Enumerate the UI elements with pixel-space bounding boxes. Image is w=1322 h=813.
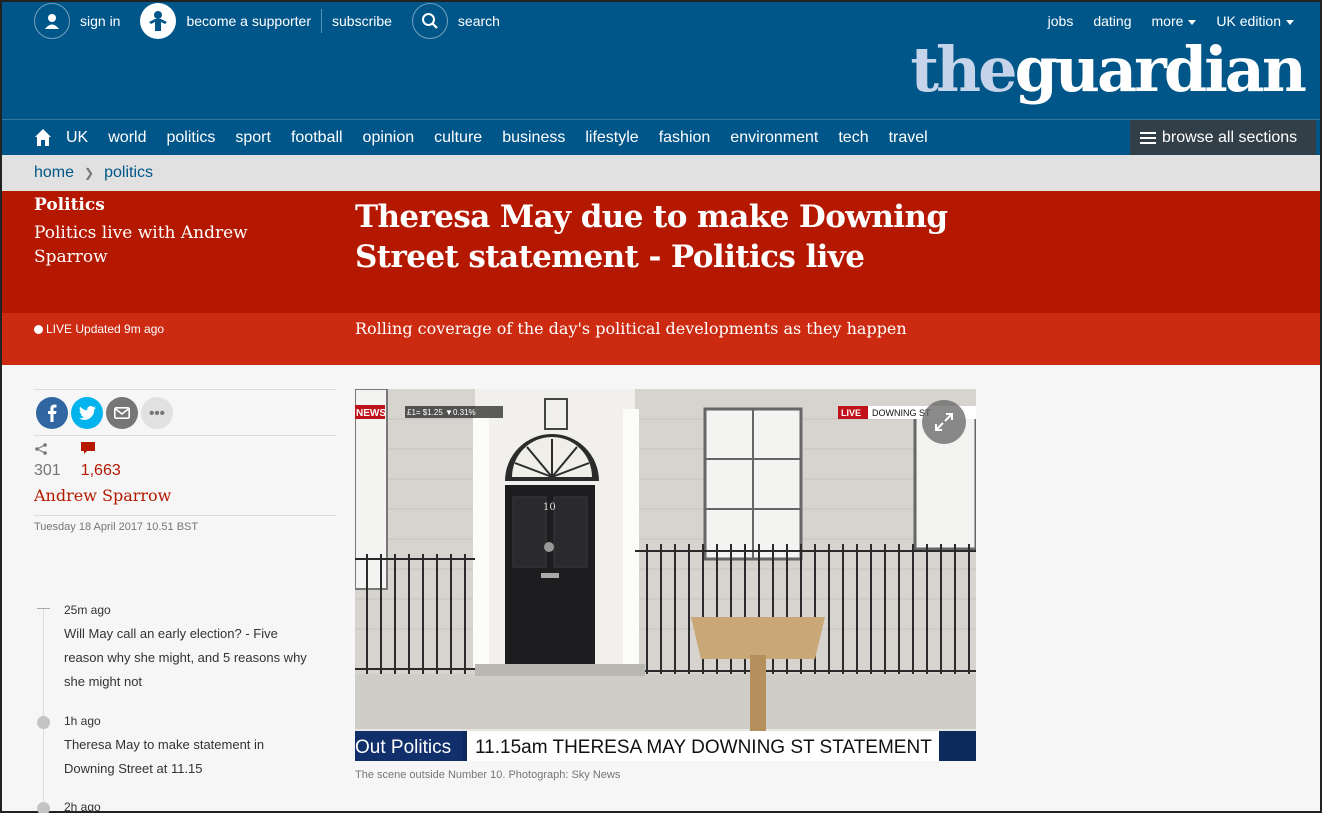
series-label[interactable]: Politics live with Andrew Sparrow bbox=[34, 221, 304, 269]
comment-count[interactable]: 1,663 bbox=[80, 440, 121, 480]
chevron-down-icon bbox=[1188, 19, 1197, 25]
engagement-counts: 301 1,663 bbox=[34, 436, 336, 480]
subscribe-link[interactable]: subscribe bbox=[332, 13, 392, 29]
event-text: Theresa May to make statement in Downing… bbox=[64, 737, 265, 776]
nav-item-opinion[interactable]: opinion bbox=[363, 129, 415, 147]
edition-menu[interactable]: UK edition bbox=[1216, 13, 1294, 29]
publication-date: Tuesday 18 April 2017 10.51 BST bbox=[34, 521, 199, 533]
live-status: LIVE Updated 9m ago bbox=[34, 322, 164, 336]
browse-label: browse all sections bbox=[1162, 129, 1298, 146]
search-icon[interactable] bbox=[411, 3, 448, 39]
timeline-dot-icon bbox=[37, 802, 50, 813]
fx-tag: £1= $1.25 ▼0.31% bbox=[407, 408, 476, 417]
breadcrumb-home[interactable]: home bbox=[34, 164, 74, 182]
section-label[interactable]: Politics bbox=[34, 195, 105, 215]
facebook-icon[interactable] bbox=[36, 397, 68, 429]
headline-band: Politics Politics live with Andrew Sparr… bbox=[2, 191, 1320, 313]
nav-items: UK world politics sport football opinion… bbox=[34, 120, 948, 155]
event-time: 2h ago bbox=[64, 800, 101, 813]
timeline-dot-icon bbox=[37, 716, 50, 729]
byline[interactable]: Andrew Sparrow bbox=[34, 480, 336, 515]
live-status-text: LIVE Updated 9m ago bbox=[46, 322, 165, 336]
comment-icon bbox=[80, 442, 95, 454]
door-number: 10 bbox=[543, 502, 556, 513]
dating-link[interactable]: dating bbox=[1093, 13, 1131, 29]
media-caption: The scene outside Number 10. Photograph:… bbox=[355, 769, 621, 781]
header-links: sign in become a supporter subscribe sea… bbox=[34, 2, 500, 40]
chevron-down-icon bbox=[1286, 19, 1294, 25]
article-headline: Theresa May due to make Downing Street s… bbox=[355, 199, 948, 275]
event-text: Will May call an early election? - Five … bbox=[64, 626, 307, 689]
nav-item-world[interactable]: world bbox=[108, 129, 146, 147]
timeline-cap bbox=[37, 608, 50, 609]
article-meta: ••• 301 1,663 Andrew Sparrow Tuesday 18 … bbox=[34, 389, 336, 533]
menu-icon bbox=[1140, 132, 1156, 144]
nav-item-culture[interactable]: culture bbox=[434, 129, 482, 147]
timeline-event[interactable]: 25m ago Will May call an early election?… bbox=[64, 600, 314, 694]
share-icon bbox=[35, 443, 47, 455]
nav-item-football[interactable]: football bbox=[291, 129, 343, 147]
site-header: sign in become a supporter subscribe sea… bbox=[2, 2, 1320, 119]
nav-item-politics[interactable]: politics bbox=[166, 129, 215, 147]
breadcrumb: home ❯ politics bbox=[2, 155, 1320, 191]
edition-label: UK edition bbox=[1216, 13, 1281, 29]
event-time: 1h ago bbox=[64, 714, 101, 728]
sign-in-link[interactable]: sign in bbox=[80, 13, 120, 29]
nav-item-travel[interactable]: travel bbox=[889, 129, 928, 147]
browse-all-sections-button[interactable]: browse all sections bbox=[1130, 120, 1316, 156]
nav-item-business[interactable]: business bbox=[502, 129, 565, 147]
timeline-event[interactable]: 1h ago Theresa May to make statement in … bbox=[64, 711, 314, 781]
search-link[interactable]: search bbox=[458, 13, 500, 29]
ticker-main-text: 11.15am THERESA MAY DOWNING ST STATEMENT bbox=[475, 737, 932, 758]
key-events-timeline: 25m ago Will May call an early election?… bbox=[34, 600, 336, 813]
timeline-line bbox=[43, 608, 44, 813]
logo-guardian: guardian bbox=[1014, 33, 1307, 106]
downing-street-image: 10 Out Politics 11.15am THERESA MAY DOWN… bbox=[355, 389, 976, 761]
header-divider bbox=[321, 9, 322, 33]
guardian-logo[interactable]: theguardian bbox=[910, 30, 1307, 110]
logo-the: the bbox=[910, 33, 1017, 106]
share-buttons: ••• bbox=[34, 390, 336, 435]
main-nav: UK world politics sport football opinion… bbox=[2, 119, 1320, 156]
share-count: 301 bbox=[34, 440, 61, 480]
chevron-right-icon: ❯ bbox=[84, 166, 95, 180]
ticker-left-text: Out Politics bbox=[355, 737, 451, 758]
expand-icon[interactable] bbox=[922, 400, 966, 444]
nav-item-environment[interactable]: environment bbox=[730, 129, 818, 147]
nav-item-tech[interactable]: tech bbox=[838, 129, 868, 147]
standfirst-band: LIVE Updated 9m ago Rolling coverage of … bbox=[2, 313, 1320, 365]
more-label: more bbox=[1151, 13, 1184, 29]
breadcrumb-politics[interactable]: politics bbox=[104, 164, 153, 182]
live-tag: LIVE bbox=[841, 408, 861, 418]
timeline-event[interactable]: 2h ago bbox=[64, 797, 314, 813]
home-icon[interactable] bbox=[34, 129, 52, 147]
nav-item-sport[interactable]: sport bbox=[235, 129, 271, 147]
nav-item-uk[interactable]: UK bbox=[66, 129, 88, 147]
standfirst: Rolling coverage of the day's political … bbox=[355, 319, 907, 338]
more-menu[interactable]: more bbox=[1152, 13, 1197, 29]
supporter-icon[interactable] bbox=[140, 3, 177, 39]
share-count-value: 301 bbox=[34, 462, 61, 479]
become-supporter-link[interactable]: become a supporter bbox=[186, 13, 311, 29]
more-icon[interactable]: ••• bbox=[141, 397, 173, 429]
main-media-video[interactable]: 10 Out Politics 11.15am THERESA MAY DOWN… bbox=[355, 389, 976, 761]
nav-item-lifestyle[interactable]: lifestyle bbox=[585, 129, 638, 147]
email-icon[interactable] bbox=[106, 397, 138, 429]
comment-count-value: 1,663 bbox=[80, 462, 121, 479]
jobs-link[interactable]: jobs bbox=[1048, 13, 1074, 29]
news-tag: NEWS bbox=[356, 408, 386, 419]
event-time: 25m ago bbox=[64, 603, 111, 617]
user-icon[interactable] bbox=[34, 3, 70, 39]
live-dot-icon bbox=[34, 324, 43, 334]
nav-item-fashion[interactable]: fashion bbox=[659, 129, 711, 147]
twitter-icon[interactable] bbox=[71, 397, 103, 429]
